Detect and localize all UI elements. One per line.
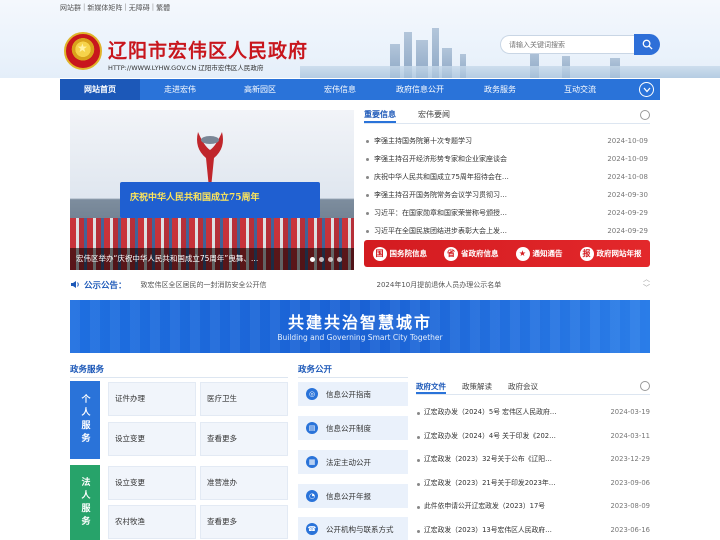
carousel-dot[interactable] xyxy=(328,257,333,262)
state-council-info-link[interactable]: 国国务院信息 xyxy=(372,246,427,261)
notice-scroll-arrows[interactable]: ︿ ﹀ xyxy=(643,275,650,293)
top-link-new-media[interactable]: 新媒体矩阵 xyxy=(87,3,122,13)
more-arrow-icon[interactable] xyxy=(640,381,650,391)
disclosure-icon: ▦ xyxy=(306,456,318,468)
notice-bar: 公示公告： 致宏伟区全区居民的一封消防安全公开信 2024年10月提前退休人员办… xyxy=(70,275,650,293)
gov-public-item[interactable]: ◎ 信息公开指南 xyxy=(298,382,408,406)
more-arrow-icon[interactable] xyxy=(640,110,650,120)
carousel-dot[interactable] xyxy=(310,257,315,262)
notices-link[interactable]: ★ 通知通告 xyxy=(515,246,563,261)
site-title: 辽阳市宏伟区人民政府 xyxy=(108,40,309,62)
notice-item[interactable]: 2024年10月提前退休人员办理公示名单 xyxy=(377,280,502,290)
service-item[interactable]: 设立变更 xyxy=(108,422,196,456)
top-link-site-group[interactable]: 网站群 xyxy=(60,3,81,13)
chart-icon: ◔ xyxy=(306,490,318,502)
services-title: 政务服务 xyxy=(70,365,105,375)
list-item[interactable]: 辽宏政办发（2024）4号 关于印发《202… 2024-03-11 xyxy=(416,425,650,449)
celebration-banner-text: 庆祝中华人民共和国成立75周年 xyxy=(130,193,260,203)
gov-public-item[interactable]: ☎ 公开机构与联系方式 xyxy=(298,517,408,540)
service-item[interactable]: 准营准办 xyxy=(200,466,288,500)
gov-files-panel: 政府文件 政策解读 政府会议 辽宏政办发（2024）5号 宏伟区人民政府… 202… xyxy=(416,380,650,540)
service-item[interactable]: 证件办理 xyxy=(108,382,196,416)
list-item[interactable]: 庆祝中华人民共和国成立75周年招待会在… 2024-10-08 xyxy=(364,168,650,186)
nav-about[interactable]: 走进宏伟 xyxy=(140,79,220,100)
top-link-accessibility[interactable]: 无障碍 xyxy=(129,3,150,13)
notice-label: 公示公告： xyxy=(84,280,127,291)
nav-services[interactable]: 政务服务 xyxy=(460,79,540,100)
chevron-down-icon xyxy=(643,87,650,92)
province-icon: 省 xyxy=(444,246,458,261)
gov-public-item[interactable]: ▦ 法定主动公开 xyxy=(298,450,408,474)
guide-icon: ◎ xyxy=(306,388,318,400)
list-item[interactable]: 此件依申请公开辽宏政发（2023）17号 2023-08-09 xyxy=(416,495,650,519)
carousel-dot[interactable] xyxy=(319,257,324,262)
list-item[interactable]: 习近平在全国民族团结进步表彰大会上发… 2024-09-29 xyxy=(364,222,650,240)
phone-icon: ☎ xyxy=(306,523,318,535)
tab-gov-files[interactable]: 政府文件 xyxy=(416,380,446,394)
nav-gov-info[interactable]: 政府信息公开 xyxy=(380,79,460,100)
news-panel: 重要信息 宏伟要闻 李强主持国务院第十次专题学习 2024-10-09 李强主持召… xyxy=(364,108,650,240)
news-carousel[interactable]: 庆祝中华人民共和国成立75周年 宏伟区举办“庆祝中华人民共和国成立75周年”曳舞… xyxy=(70,110,354,270)
service-item[interactable]: 设立变更 xyxy=(108,466,196,500)
search-input[interactable] xyxy=(500,35,636,54)
nav-news[interactable]: 宏伟信息 xyxy=(300,79,380,100)
main-nav: 网站首页 走进宏伟 高新园区 宏伟信息 政府信息公开 政务服务 互动交流 xyxy=(60,79,660,100)
national-emblem-logo xyxy=(64,32,102,70)
list-item[interactable]: 辽宏政发（2023）21号关于印发2023年… 2023-09-06 xyxy=(416,472,650,496)
speaker-icon xyxy=(71,281,79,288)
gov-public-title: 政务公开 xyxy=(298,365,333,375)
nav-home[interactable]: 网站首页 xyxy=(60,79,140,100)
personal-services-block[interactable]: 个人服务 xyxy=(70,381,100,459)
nav-expand-button[interactable] xyxy=(639,82,654,97)
regulation-icon: ▤ xyxy=(306,422,318,434)
star-icon: ★ xyxy=(515,246,530,261)
state-council-icon: 国 xyxy=(372,246,387,261)
top-link-traditional[interactable]: 繁體 xyxy=(156,3,170,13)
top-links: 网站群 | 新媒体矩阵 | 无障碍 | 繁體 xyxy=(60,3,171,13)
search-icon xyxy=(642,39,653,50)
annual-report-link[interactable]: 报政府网站年报 xyxy=(579,246,642,261)
legal-services-block[interactable]: 法人服务 xyxy=(70,465,100,540)
banner-title: 共建共治智慧城市 xyxy=(287,313,432,332)
gov-public-item[interactable]: ▤ 信息公开制度 xyxy=(298,416,408,440)
list-item[interactable]: 李强主持召开国务院常务会议学习贯彻习… 2024-09-30 xyxy=(364,186,650,204)
list-item[interactable]: 李强主持召开经济形势专家和企业家座谈会 2024-10-09 xyxy=(364,150,650,168)
list-item[interactable]: 辽宏政发（2023）13号宏伟区人民政府… 2023-06-16 xyxy=(416,519,650,540)
service-item[interactable]: 医疗卫生 xyxy=(200,382,288,416)
notice-item[interactable]: 致宏伟区全区居民的一封消防安全公开信 xyxy=(141,280,267,290)
nav-interaction[interactable]: 互动交流 xyxy=(540,79,620,100)
service-item[interactable]: 农村牧渔 xyxy=(108,505,196,539)
list-item[interactable]: 辽宏政办发（2024）5号 宏伟区人民政府… 2024-03-19 xyxy=(416,401,650,425)
banner-subtitle: Building and Governing Smart City Togeth… xyxy=(277,333,443,342)
search-button[interactable] xyxy=(634,34,660,55)
tab-policy-interpretation[interactable]: 政策解读 xyxy=(462,380,492,394)
service-item[interactable]: 查看更多 xyxy=(200,505,288,539)
list-item[interactable]: 李强主持国务院第十次专题学习 2024-10-09 xyxy=(364,132,650,150)
province-info-link[interactable]: 省省政府信息 xyxy=(444,246,499,261)
list-item[interactable]: 习近平：在国家勋章和国家荣誉称号颁授… 2024-09-29 xyxy=(364,204,650,222)
smart-city-banner[interactable]: 共建共治智慧城市 Building and Governing Smart Ci… xyxy=(70,300,650,353)
report-icon: 报 xyxy=(579,246,594,261)
list-item[interactable]: 辽宏政发（2023）32号关于公布《辽阳… 2023-12-29 xyxy=(416,448,650,472)
tab-gov-meetings[interactable]: 政府会议 xyxy=(508,380,538,394)
carousel-dots xyxy=(310,257,342,262)
carousel-dot[interactable] xyxy=(337,257,342,262)
service-item[interactable]: 查看更多 xyxy=(200,422,288,456)
nav-hitech-park[interactable]: 高新园区 xyxy=(220,79,300,100)
tab-district-news[interactable]: 宏伟要闻 xyxy=(418,108,450,123)
quick-links-bar: 国国务院信息 省省政府信息 ★ 通知通告 报政府网站年报 xyxy=(364,240,650,267)
gov-public-item[interactable]: ◔ 信息公开年报 xyxy=(298,484,408,508)
tab-important-info[interactable]: 重要信息 xyxy=(364,108,396,123)
site-url: HTTP://WWW.LYHW.GOV.CN 辽阳市宏伟区人民政府 xyxy=(108,64,264,72)
